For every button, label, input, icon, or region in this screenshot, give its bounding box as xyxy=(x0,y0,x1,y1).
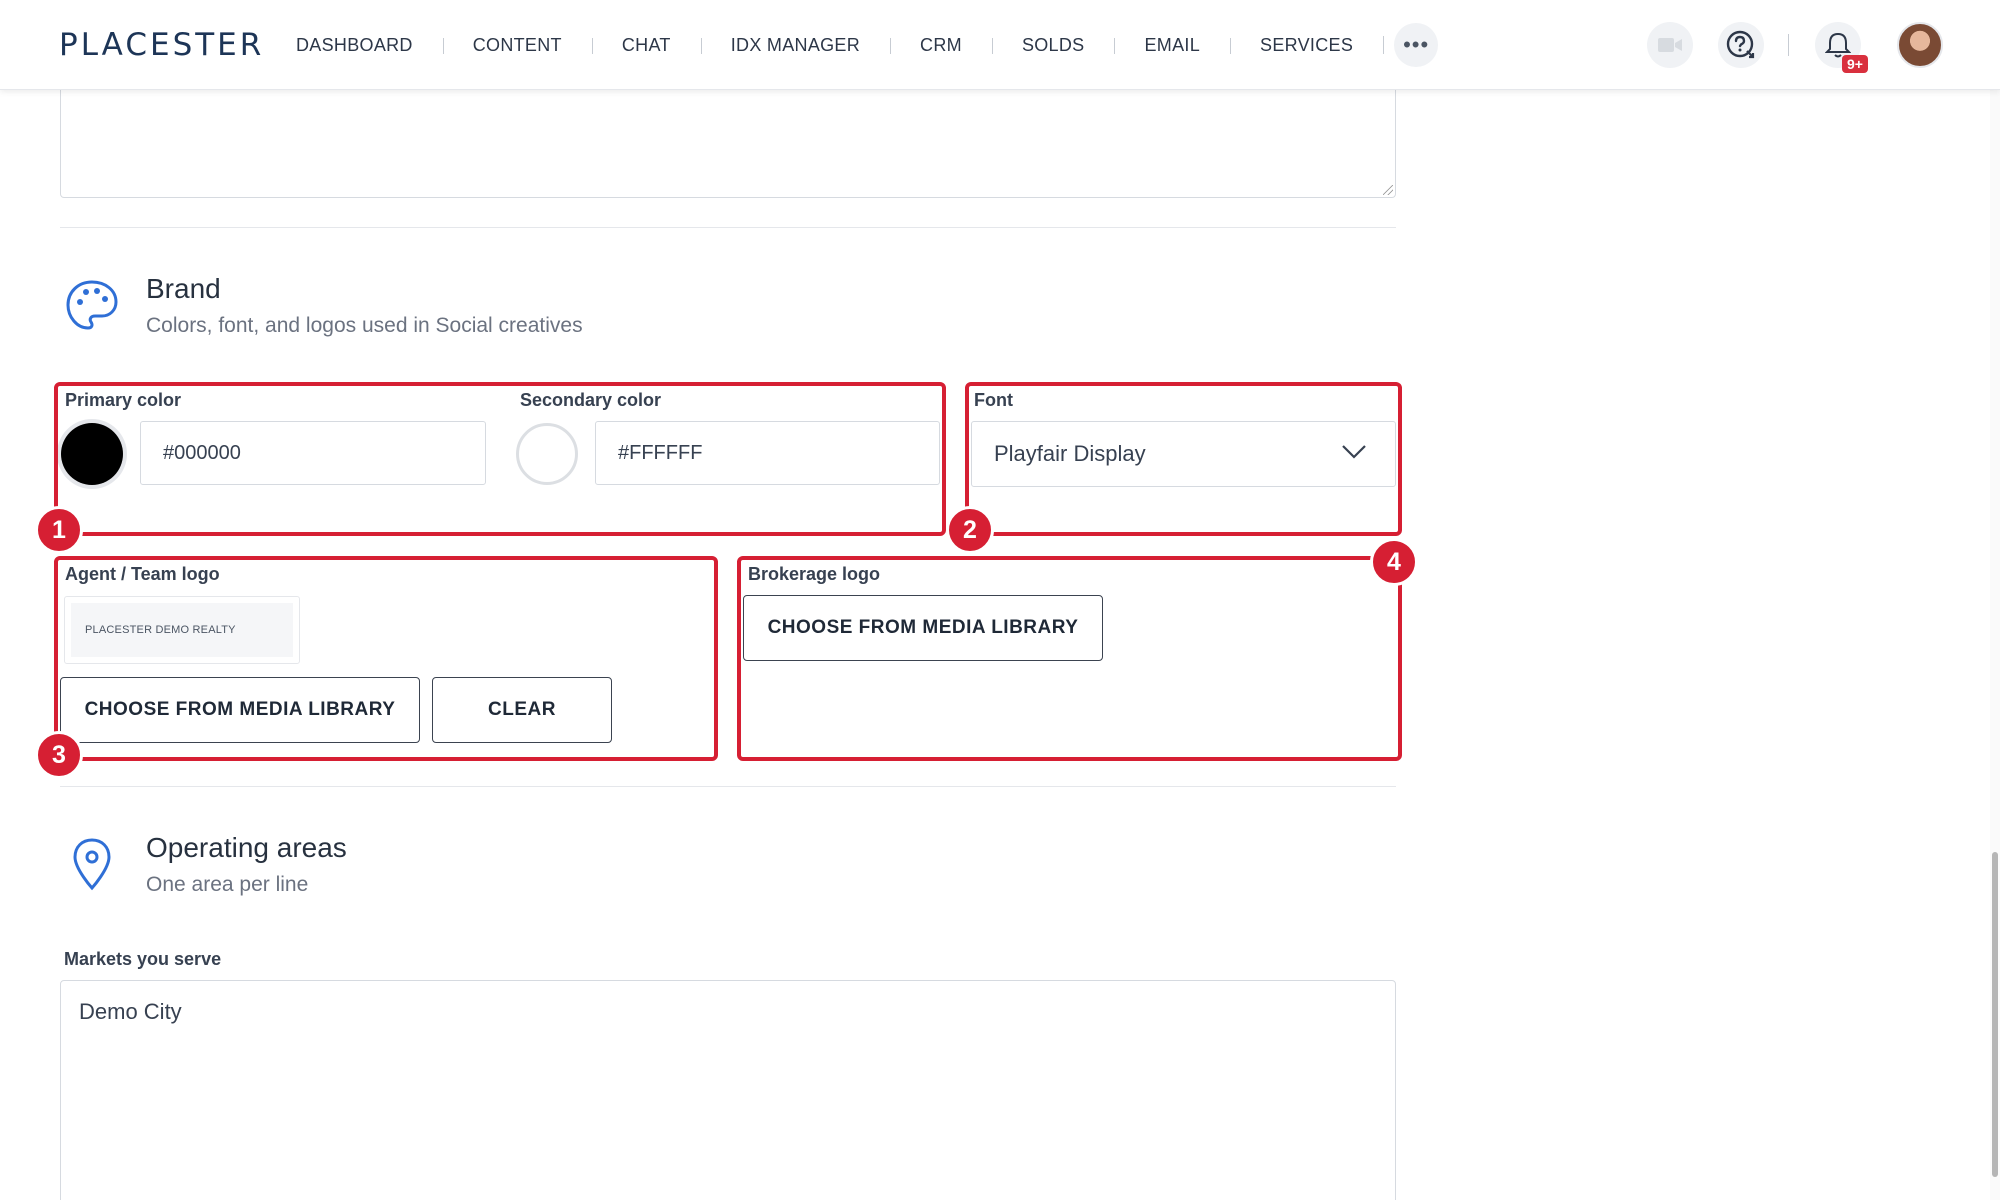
more-dots-icon: ••• xyxy=(1403,32,1430,57)
nav-right-divider xyxy=(1788,34,1789,56)
annotation-marker-1: 1 xyxy=(35,506,83,554)
location-pin-icon xyxy=(73,838,111,891)
nav-idx-manager[interactable]: IDX MANAGER xyxy=(700,35,890,56)
palette-icon xyxy=(66,280,118,330)
nav-content[interactable]: CONTENT xyxy=(442,35,592,56)
help-button[interactable] xyxy=(1718,22,1764,68)
page-scrollbar[interactable] xyxy=(1990,90,2000,1200)
nav-divider xyxy=(1383,36,1385,54)
resize-grip-icon[interactable] xyxy=(1383,185,1393,195)
brand-section-subtitle: Colors, font, and logos used in Social c… xyxy=(146,314,583,337)
annotation-marker-4: 4 xyxy=(1370,538,1418,586)
nav-chat[interactable]: CHAT xyxy=(591,35,701,56)
help-question-icon xyxy=(1726,30,1755,59)
brand-section-title: Brand xyxy=(146,273,221,304)
video-button[interactable] xyxy=(1647,22,1693,68)
annotation-box-2 xyxy=(965,382,1402,536)
operating-areas-subtitle: One area per line xyxy=(146,873,309,896)
main-nav: DASHBOARD CONTENT CHAT IDX MANAGER CRM S… xyxy=(286,0,1439,90)
scrollbar-thumb[interactable] xyxy=(1992,852,1998,1177)
nav-email[interactable]: EMAIL xyxy=(1114,35,1230,56)
annotation-marker-3: 3 xyxy=(35,731,83,779)
operating-areas-title: Operating areas xyxy=(146,832,347,863)
annotation-box-4 xyxy=(737,556,1402,761)
video-camera-icon xyxy=(1658,38,1682,52)
annotation-marker-2: 2 xyxy=(946,506,994,554)
placester-logo[interactable]: PLACESTER xyxy=(59,27,264,63)
section-divider xyxy=(60,227,1396,228)
section-divider xyxy=(60,786,1396,787)
top-navigation-bar: PLACESTER DASHBOARD CONTENT CHAT IDX MAN… xyxy=(0,0,2000,90)
nav-dashboard[interactable]: DASHBOARD xyxy=(286,35,443,56)
nav-services[interactable]: SERVICES xyxy=(1230,35,1383,56)
markets-textarea[interactable]: Demo City xyxy=(60,980,1396,1200)
annotation-box-3 xyxy=(54,556,718,761)
user-avatar[interactable] xyxy=(1897,22,1943,68)
nav-crm[interactable]: CRM xyxy=(890,35,992,56)
annotation-box-1 xyxy=(54,382,946,536)
nav-solds[interactable]: SOLDS xyxy=(991,35,1115,56)
more-menu-button[interactable]: ••• xyxy=(1394,23,1439,67)
markets-label: Markets you serve xyxy=(64,949,222,969)
previous-section-textarea[interactable] xyxy=(60,80,1396,198)
notification-count-badge: 9+ xyxy=(1842,55,1868,73)
